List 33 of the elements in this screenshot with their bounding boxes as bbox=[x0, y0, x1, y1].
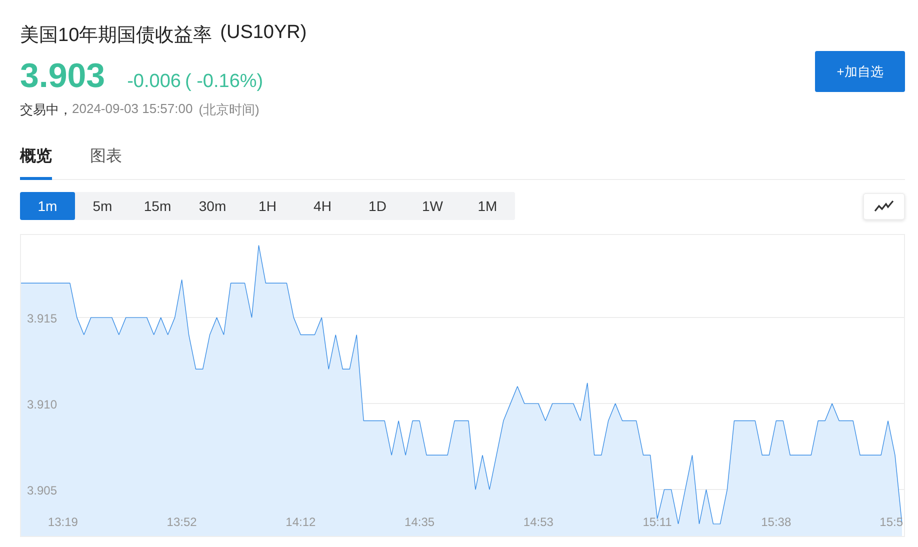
x-axis-label: 13:19 bbox=[48, 515, 78, 529]
x-axis-label: 15:38 bbox=[761, 515, 792, 529]
x-axis-label: 15:5 bbox=[880, 515, 903, 529]
x-axis-label: 14:53 bbox=[523, 515, 554, 529]
price: 3.903 bbox=[20, 57, 106, 96]
timestamp: 2024-09-03 15:57:00 bbox=[72, 101, 193, 118]
instrument-name: 美国10年期国债收益率 bbox=[20, 24, 212, 48]
instrument-symbol: (US10YR) bbox=[220, 22, 307, 45]
trading-status: 交易中， bbox=[20, 101, 72, 119]
x-axis-label: 14:35 bbox=[404, 515, 435, 529]
price-change-percent: ( -0.16%) bbox=[184, 71, 264, 93]
x-axis-label: 15:11 bbox=[642, 515, 672, 529]
price-change: -0.006 bbox=[127, 71, 181, 93]
y-axis-label: 3.905 bbox=[27, 484, 58, 498]
y-axis-label: 3.915 bbox=[27, 312, 58, 326]
y-axis-label: 3.910 bbox=[27, 398, 58, 412]
tab[interactable]: 图表 bbox=[90, 146, 122, 180]
add-watchlist-button[interactable]: +加自选 bbox=[815, 51, 905, 92]
x-axis-label: 14:12 bbox=[286, 515, 316, 529]
line-chart-icon bbox=[874, 200, 894, 212]
period-button[interactable]: 4H bbox=[295, 192, 350, 220]
period-button[interactable]: 1m bbox=[20, 192, 75, 220]
timezone: (北京时间) bbox=[198, 101, 260, 119]
period-button[interactable]: 1D bbox=[350, 192, 405, 220]
period-button[interactable]: 1W bbox=[405, 192, 460, 220]
period-button[interactable]: 1H bbox=[240, 192, 295, 220]
period-button[interactable]: 5m bbox=[75, 192, 130, 220]
period-button[interactable]: 30m bbox=[185, 192, 240, 220]
period-button[interactable]: 15m bbox=[130, 192, 185, 220]
tab[interactable]: 概览 bbox=[20, 146, 52, 180]
x-axis-label: 13:52 bbox=[166, 515, 197, 529]
period-button[interactable]: 1M bbox=[460, 192, 515, 220]
chart-type-button[interactable] bbox=[863, 192, 905, 220]
